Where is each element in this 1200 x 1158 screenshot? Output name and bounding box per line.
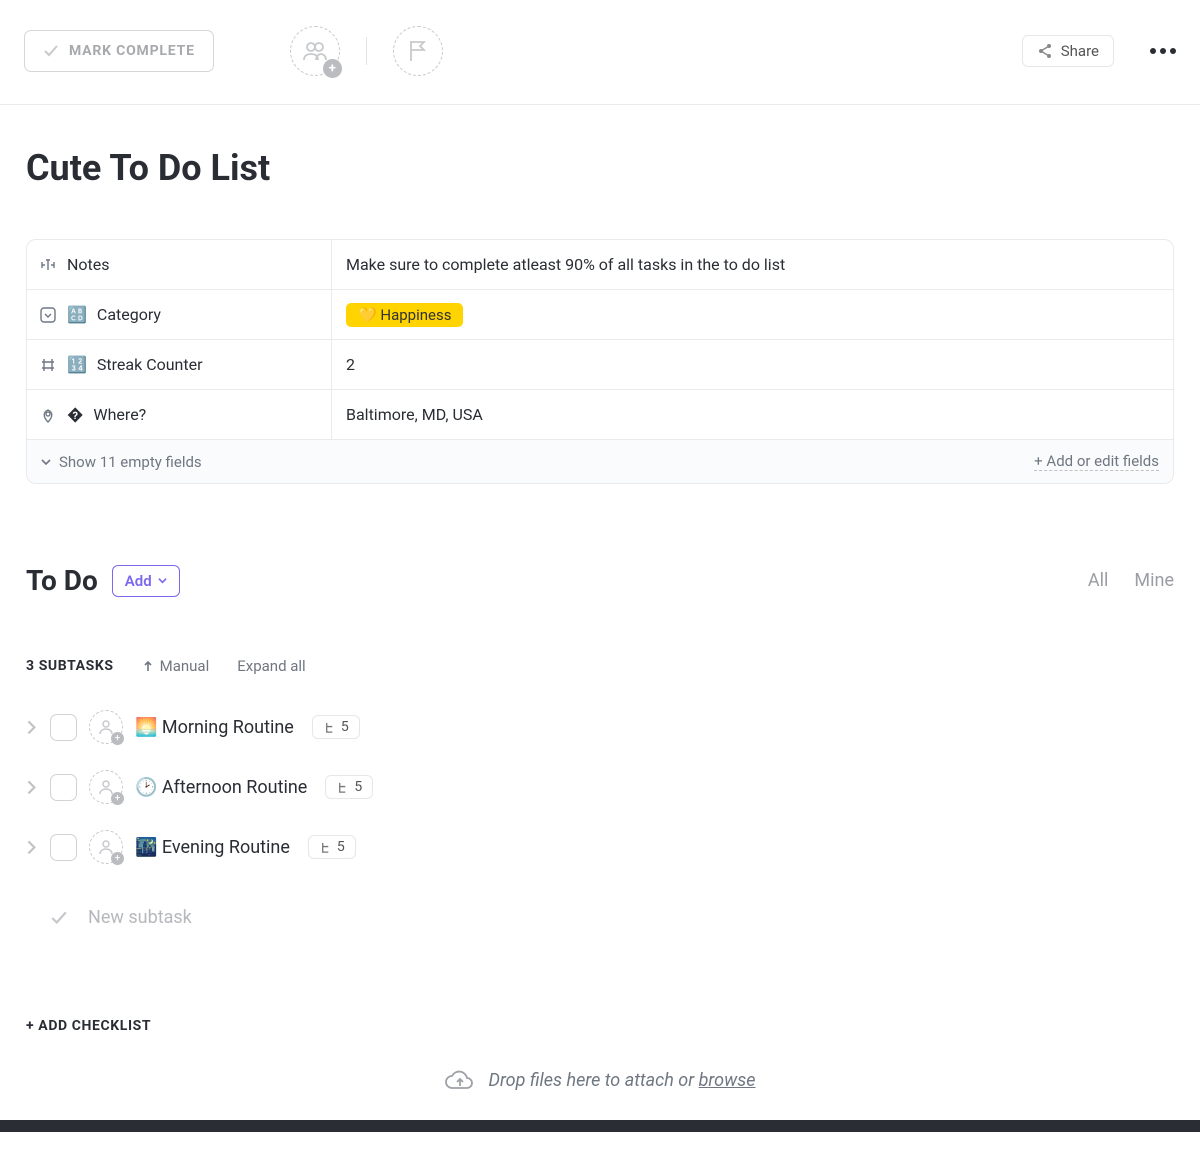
- field-row-where: � Where? Baltimore, MD, USA: [27, 390, 1173, 440]
- field-name: Notes: [67, 255, 110, 274]
- subtask-row: + 🕑 Afternoon Routine 5: [26, 757, 1174, 817]
- field-value[interactable]: Baltimore, MD, USA: [332, 390, 1173, 439]
- subtask-children-count[interactable]: 5: [325, 775, 373, 799]
- person-icon: [98, 719, 114, 735]
- sort-button[interactable]: Manual: [142, 657, 210, 675]
- field-label[interactable]: 🔢 Streak Counter: [27, 340, 332, 389]
- browse-link[interactable]: browse: [699, 1070, 756, 1091]
- field-emoji: 🔠: [67, 305, 87, 324]
- select-field-icon: [39, 306, 57, 324]
- field-row-category: 🔠 Category 💛 Happiness: [27, 290, 1173, 340]
- plus-badge-icon: +: [111, 732, 124, 745]
- toolbar: MARK COMPLETE + Share: [0, 0, 1200, 105]
- chevron-down-icon: [41, 457, 51, 467]
- plus-badge-icon: +: [111, 852, 124, 865]
- add-subtask-button[interactable]: Add: [112, 565, 180, 597]
- add-edit-fields-button[interactable]: + Add or edit fields: [1034, 452, 1159, 471]
- new-subtask-row[interactable]: New subtask: [26, 889, 1174, 946]
- chevron-right-icon[interactable]: [26, 779, 38, 796]
- chevron-right-icon[interactable]: [26, 719, 38, 736]
- assignees-button[interactable]: +: [290, 26, 340, 76]
- subtask-list: + 🌅 Morning Routine 5 + 🕑 Afternoon Rout…: [0, 675, 1200, 946]
- subtask-toolbar: 3 SUBTASKS Manual Expand all: [0, 597, 1200, 675]
- check-icon: [43, 43, 59, 59]
- person-icon: [98, 839, 114, 855]
- fields-footer: Show 11 empty fields + Add or edit field…: [27, 440, 1173, 483]
- new-subtask-placeholder: New subtask: [88, 907, 192, 928]
- expand-all-button[interactable]: Expand all: [237, 657, 305, 675]
- mark-complete-label: MARK COMPLETE: [69, 43, 195, 59]
- number-field-icon: [39, 356, 57, 374]
- field-value[interactable]: Make sure to complete atleast 90% of all…: [332, 240, 1173, 289]
- fields-table: Notes Make sure to complete atleast 90% …: [26, 239, 1174, 484]
- assignee-button[interactable]: +: [89, 710, 123, 744]
- field-name: Where?: [93, 405, 146, 424]
- category-tag[interactable]: 💛 Happiness: [346, 303, 463, 327]
- arrow-up-icon: [142, 660, 154, 672]
- todo-header: To Do Add All Mine: [0, 484, 1200, 597]
- chevron-down-icon: [158, 576, 167, 585]
- subtask-checkbox[interactable]: [50, 774, 77, 801]
- subtask-checkbox[interactable]: [50, 714, 77, 741]
- subtask-label[interactable]: 🌅 Morning Routine: [135, 717, 294, 738]
- mark-complete-button[interactable]: MARK COMPLETE: [24, 30, 214, 72]
- subtask-checkbox[interactable]: [50, 834, 77, 861]
- chevron-right-icon[interactable]: [26, 839, 38, 856]
- subtask-label[interactable]: 🕑 Afternoon Routine: [135, 777, 307, 798]
- subtask-row: + 🌃 Evening Routine 5: [26, 817, 1174, 877]
- field-label[interactable]: Notes: [27, 240, 332, 289]
- plus-badge-icon: +: [323, 59, 342, 78]
- share-button[interactable]: Share: [1022, 35, 1114, 67]
- show-empty-fields-button[interactable]: Show 11 empty fields: [41, 453, 202, 471]
- more-menu-button[interactable]: [1150, 48, 1176, 54]
- field-emoji: �: [67, 405, 83, 424]
- assignee-button[interactable]: +: [89, 830, 123, 864]
- file-dropzone[interactable]: Drop files here to attach or browse: [0, 1034, 1200, 1114]
- field-value[interactable]: 💛 Happiness: [332, 290, 1173, 339]
- bottom-bar: [0, 1120, 1200, 1132]
- people-icon: [302, 41, 328, 61]
- person-icon: [98, 779, 114, 795]
- add-checklist-button[interactable]: + ADD CHECKLIST: [0, 946, 1200, 1034]
- flag-icon: [408, 40, 428, 62]
- subtask-count: 3 SUBTASKS: [26, 658, 114, 674]
- field-name: Streak Counter: [97, 355, 203, 374]
- tab-mine[interactable]: Mine: [1134, 570, 1174, 591]
- filter-tabs: All Mine: [1088, 570, 1174, 591]
- todo-heading: To Do: [26, 564, 98, 597]
- field-value[interactable]: 2: [332, 340, 1173, 389]
- divider: [366, 37, 367, 65]
- field-emoji: 🔢: [67, 355, 87, 374]
- share-label: Share: [1061, 42, 1099, 60]
- tab-all[interactable]: All: [1088, 570, 1109, 591]
- field-label[interactable]: � Where?: [27, 390, 332, 439]
- subtask-icon: [323, 721, 336, 734]
- page-title[interactable]: Cute To Do List: [0, 105, 1200, 203]
- dropzone-text: Drop files here to attach or: [488, 1070, 698, 1091]
- check-icon: [50, 909, 68, 927]
- field-label[interactable]: 🔠 Category: [27, 290, 332, 339]
- share-icon: [1037, 43, 1053, 59]
- subtask-icon: [319, 841, 332, 854]
- location-field-icon: [39, 406, 57, 424]
- subtask-children-count[interactable]: 5: [308, 835, 356, 859]
- assignee-button[interactable]: +: [89, 770, 123, 804]
- subtask-icon: [336, 781, 349, 794]
- subtask-children-count[interactable]: 5: [312, 715, 360, 739]
- cloud-upload-icon: [444, 1068, 476, 1092]
- field-name: Category: [97, 305, 161, 324]
- plus-badge-icon: +: [111, 792, 124, 805]
- subtask-label[interactable]: 🌃 Evening Routine: [135, 837, 290, 858]
- flag-priority-button[interactable]: [393, 26, 443, 76]
- text-field-icon: [39, 256, 57, 274]
- subtask-row: + 🌅 Morning Routine 5: [26, 697, 1174, 757]
- field-row-notes: Notes Make sure to complete atleast 90% …: [27, 240, 1173, 290]
- field-row-streak: 🔢 Streak Counter 2: [27, 340, 1173, 390]
